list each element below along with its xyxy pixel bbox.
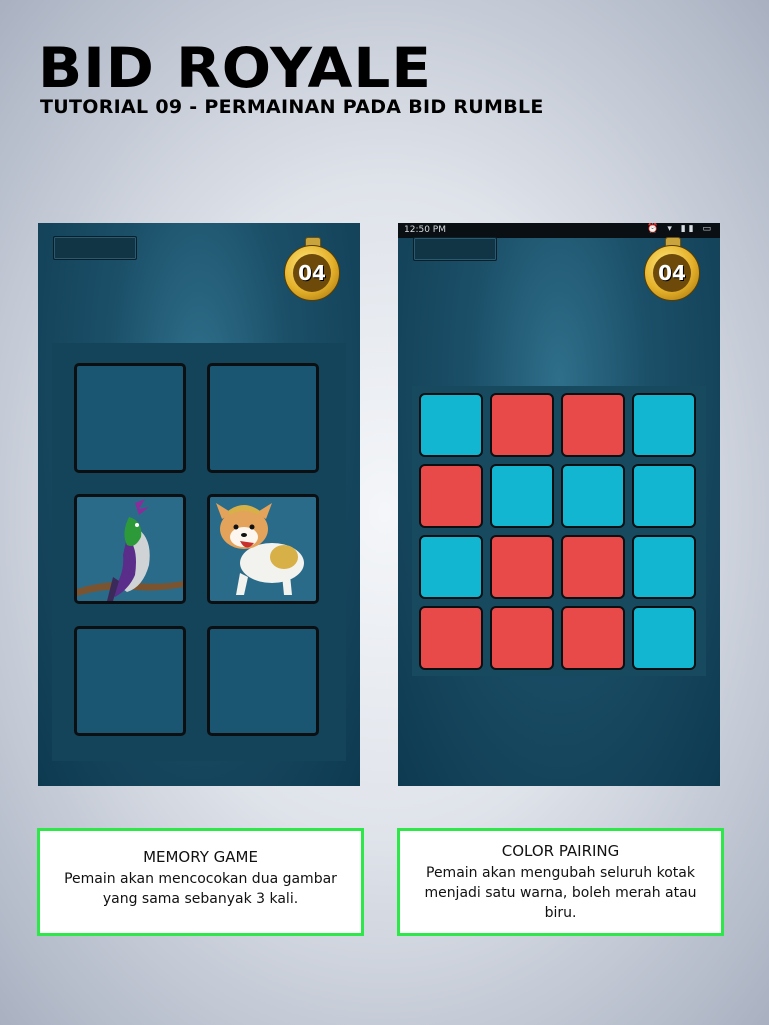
memory-tile-hidden[interactable] (74, 363, 186, 473)
memory-tile-hidden[interactable] (74, 626, 186, 736)
color-tile-blue[interactable] (419, 535, 483, 599)
status-bar: 12:50 PM ⏰ ▾ ▮▮ ▭ (398, 223, 720, 238)
card-text: Pemain akan mengubah seluruh kotak menja… (424, 865, 697, 921)
color-pairing-screen: 12:50 PM ⏰ ▾ ▮▮ ▭ 04 (398, 223, 720, 786)
bid-display-box (413, 237, 497, 261)
status-icons: ⏰ ▾ ▮▮ ▭ (647, 224, 714, 234)
color-tile-red[interactable] (490, 606, 554, 670)
color-tile-red[interactable] (419, 464, 483, 528)
memory-game-screen: 04 (38, 223, 360, 786)
bid-display-box (53, 236, 137, 260)
bird-icon (77, 497, 183, 601)
color-tile-blue[interactable] (632, 535, 696, 599)
color-tile-blue[interactable] (419, 393, 483, 457)
color-tile-red[interactable] (561, 535, 625, 599)
memory-tile-dog[interactable] (207, 494, 319, 604)
status-time: 12:50 PM (404, 225, 446, 235)
timer-value: 04 (293, 254, 331, 292)
color-tile-red[interactable] (490, 535, 554, 599)
dog-icon (210, 497, 316, 601)
stopwatch-timer: 04 (284, 237, 340, 303)
color-tile-blue[interactable] (632, 606, 696, 670)
stopwatch-timer: 04 (644, 237, 700, 303)
color-tile-blue[interactable] (632, 464, 696, 528)
card-text: Pemain akan mencocokan dua gambar yang s… (64, 871, 337, 907)
page-subtitle: TUTORIAL 09 - PERMAINAN PADA BID RUMBLE (40, 96, 544, 118)
color-tile-blue[interactable] (632, 393, 696, 457)
card-title: COLOR PAIRING (501, 842, 620, 860)
stopwatch-icon: 04 (644, 245, 700, 301)
memory-board (52, 343, 346, 761)
stopwatch-icon: 04 (284, 245, 340, 301)
color-tile-red[interactable] (419, 606, 483, 670)
card-title: MEMORY GAME (143, 848, 258, 866)
memory-tile-bird[interactable] (74, 494, 186, 604)
page-title: BID ROYALE (38, 35, 432, 101)
memory-tile-hidden[interactable] (207, 363, 319, 473)
color-tile-blue[interactable] (490, 464, 554, 528)
color-grid (412, 386, 706, 676)
color-tile-red[interactable] (561, 393, 625, 457)
color-pairing-card: COLOR PAIRING Pemain akan mengubah selur… (397, 828, 724, 936)
memory-game-card: MEMORY GAME Pemain akan mencocokan dua g… (37, 828, 364, 936)
color-tile-blue[interactable] (561, 464, 625, 528)
memory-tile-hidden[interactable] (207, 626, 319, 736)
color-tile-red[interactable] (561, 606, 625, 670)
color-tile-red[interactable] (490, 393, 554, 457)
timer-value: 04 (653, 254, 691, 292)
